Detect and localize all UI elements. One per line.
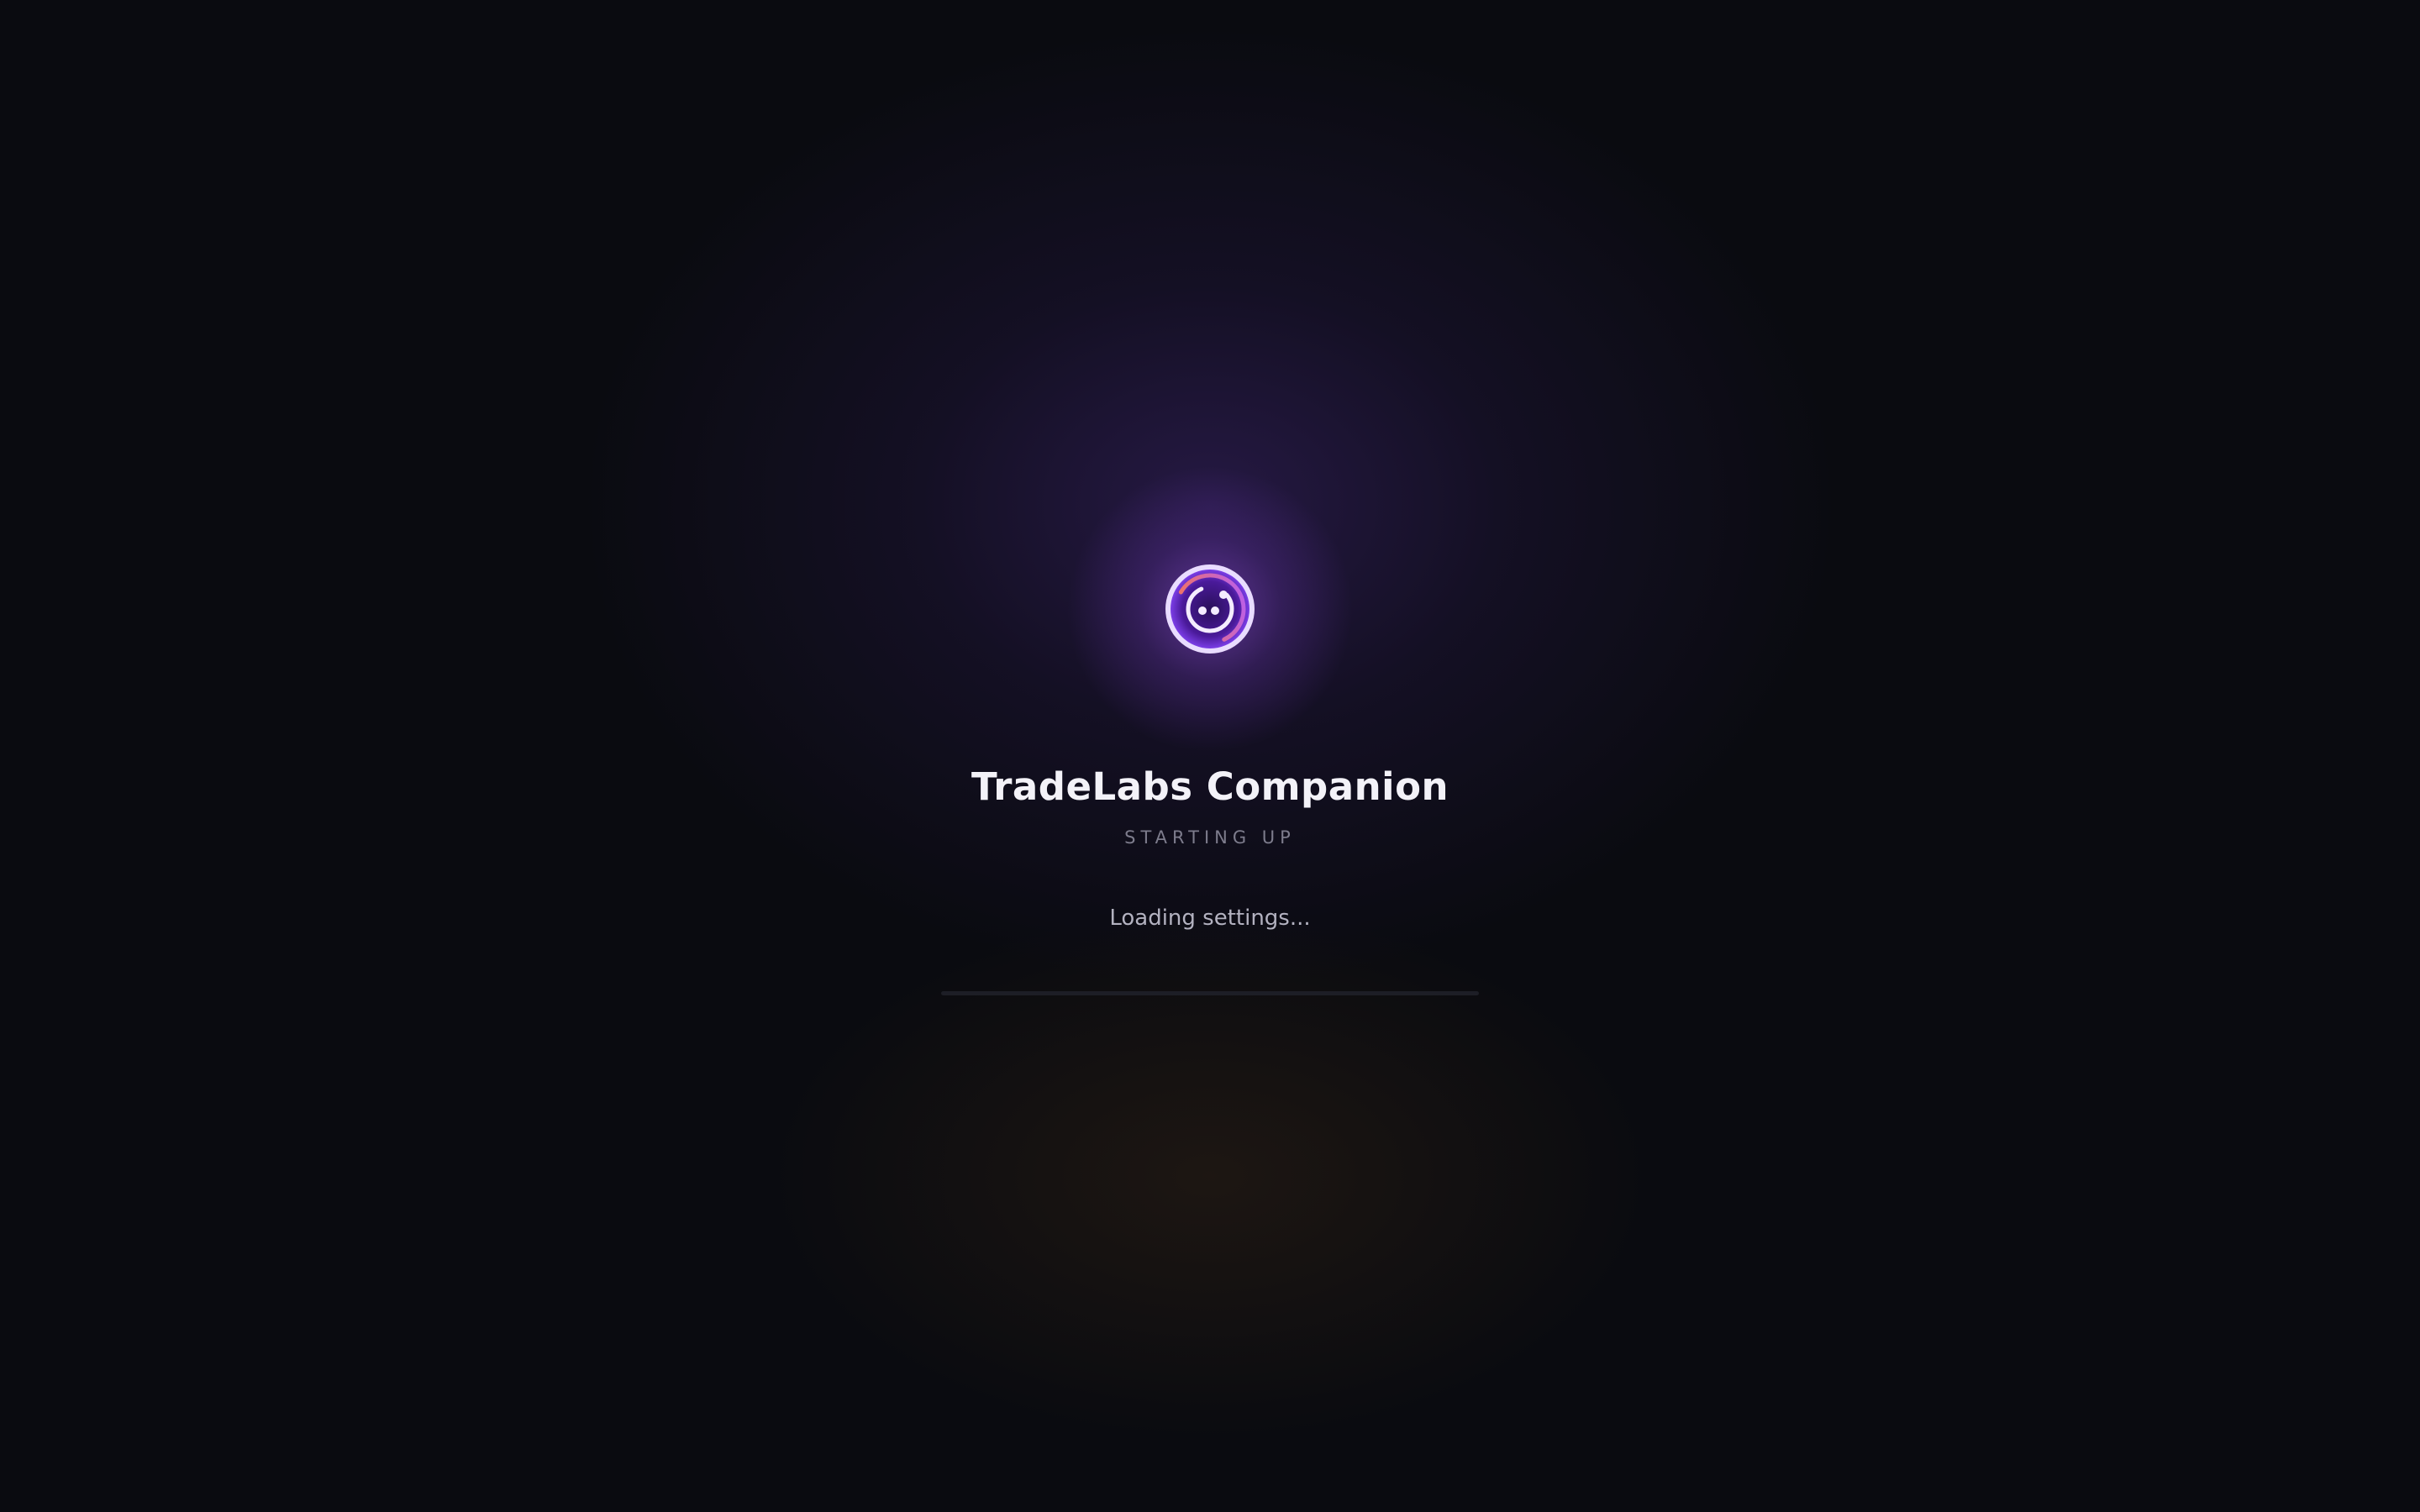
app-title: TradeLabs Companion	[971, 764, 1449, 809]
progress-bar	[941, 991, 1479, 995]
app-subtitle: STARTING UP	[1124, 827, 1296, 848]
app-logo	[1163, 562, 1257, 656]
companion-face-icon	[1165, 564, 1255, 654]
splash-screen: TradeLabs Companion STARTING UP Loading …	[0, 0, 2420, 1512]
loading-status: Loading settings...	[1109, 906, 1311, 931]
